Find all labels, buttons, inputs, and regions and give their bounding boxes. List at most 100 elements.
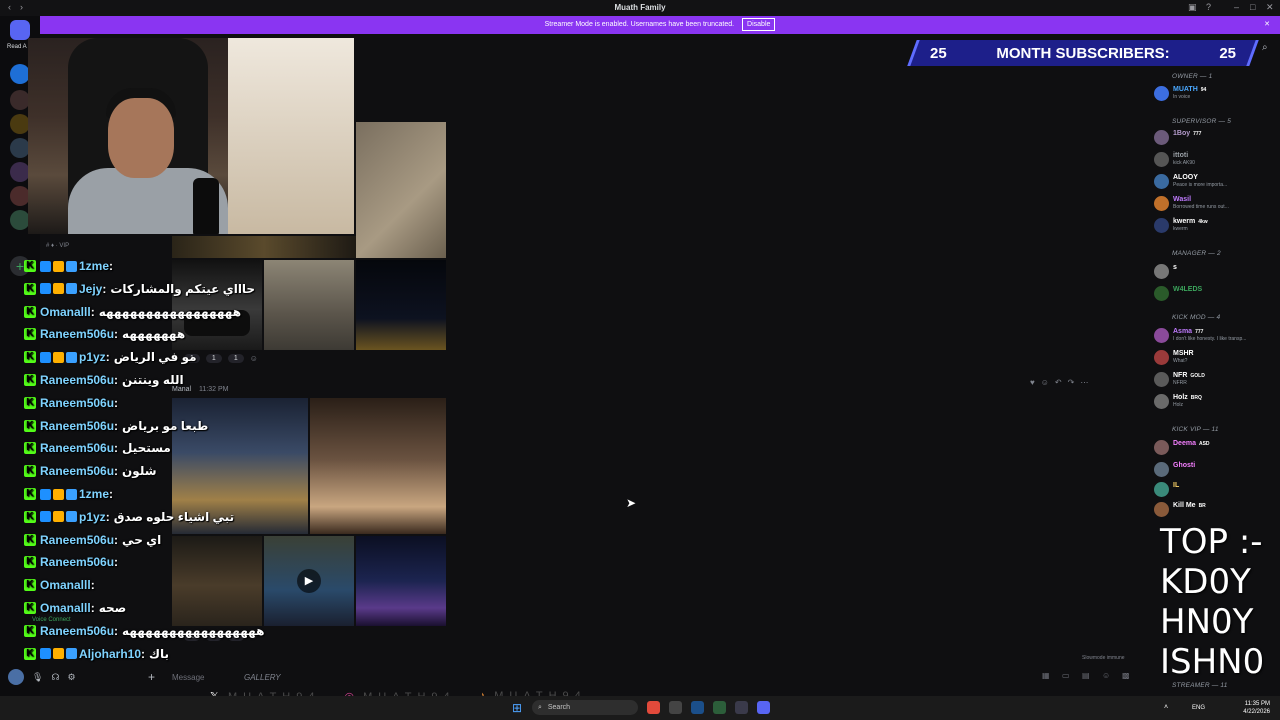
top-name-2: HN0Y [1160, 602, 1254, 642]
image-restaurant[interactable] [172, 536, 262, 626]
chat-badge-icon [40, 260, 51, 272]
member-text: Asma 777 I don't like honesty. I like tran… [1173, 328, 1246, 343]
apps-icon[interactable]: ▩ [1122, 671, 1130, 680]
image-city-night[interactable] [356, 536, 446, 626]
member-group-header: STREAMER — 11 [1172, 682, 1228, 689]
kick-icon: K [24, 351, 36, 364]
image-palm-night[interactable] [356, 260, 446, 350]
image-lounge[interactable] [310, 398, 446, 534]
member-status: Holz [1173, 402, 1184, 408]
kick-icon: K [24, 419, 36, 432]
windows-start-icon[interactable]: ⊞ [512, 701, 522, 715]
member-item[interactable]: ALOOY Peace is more importa... [1154, 174, 1278, 192]
chat-row: K 1zme : [24, 484, 117, 504]
server-icon-1[interactable] [10, 64, 30, 84]
clock[interactable]: 11:35 PM 4/22/2026 [1243, 700, 1270, 716]
member-tag: 777 [1193, 131, 1202, 137]
add-attachment-icon[interactable]: + [148, 670, 155, 684]
chat-badge-icon [66, 260, 77, 272]
chat-username: Aljoharh10 [79, 646, 142, 661]
disable-button[interactable]: Disable [742, 18, 776, 31]
chat-username: Omanalll [40, 601, 91, 615]
member-item[interactable]: Asma 777 I don't like honesty. I like tran… [1154, 328, 1278, 346]
kick-icon: K [24, 556, 36, 569]
reaction-chip[interactable]: 1 [227, 354, 244, 363]
chat-separator: : [114, 464, 119, 479]
search-icon[interactable]: ⌕ [1262, 42, 1268, 53]
image-video-thumb[interactable]: ▶ [264, 536, 354, 626]
app-icon-5[interactable] [735, 701, 748, 714]
reply-icon[interactable]: ↶ [1055, 378, 1062, 387]
member-item[interactable]: Ghosti [1154, 462, 1278, 480]
server-icon-7[interactable] [10, 210, 30, 230]
chat-badge-icon [66, 283, 77, 295]
headphones-icon[interactable]: ☊ [51, 672, 59, 683]
obs-icon[interactable] [669, 701, 682, 714]
member-item[interactable]: Kill Me BR [1154, 502, 1278, 520]
close-banner-icon[interactable]: ✕ [1264, 16, 1270, 34]
gif-icon[interactable]: ▭ [1062, 671, 1070, 680]
mic-icon[interactable]: 🎙 [32, 672, 43, 683]
chat-message: تبي اشياء حلوه صدق [113, 509, 235, 524]
forward-icon[interactable]: ↷ [1068, 378, 1075, 387]
help-icon[interactable]: ? [1206, 2, 1211, 12]
inbox-icon[interactable]: ▣ [1188, 2, 1197, 13]
member-item[interactable]: Holz BRQ Holz [1154, 394, 1278, 412]
chat-username: Raneem506u [40, 395, 115, 410]
channel-vip[interactable]: # ♦ · VIP [46, 243, 69, 249]
app-icon-4[interactable] [713, 701, 726, 714]
member-item[interactable]: MUATH 94 In voice [1154, 86, 1278, 104]
add-reaction-icon[interactable]: ☺ [250, 354, 258, 363]
image-trees-strip[interactable] [172, 236, 356, 258]
chat-row: K Raneem506u : شلون [24, 461, 157, 481]
member-item[interactable]: s [1154, 264, 1278, 282]
play-icon[interactable]: ▶ [297, 569, 321, 593]
emoji-icon[interactable]: ☺ [1102, 671, 1110, 680]
chat-row: K Raneem506u : اي حي [24, 530, 161, 550]
server-icon-3[interactable] [10, 114, 30, 134]
server-icon-6[interactable] [10, 186, 30, 206]
avatar [1154, 462, 1169, 477]
member-item[interactable]: Deema ASD [1154, 440, 1278, 458]
server-icon-4[interactable] [10, 138, 30, 158]
chat-separator: : [109, 487, 114, 501]
discord-taskbar-icon[interactable] [757, 701, 770, 714]
language-indicator[interactable]: ENG [1192, 705, 1205, 711]
brave-icon[interactable] [647, 701, 660, 714]
reaction-chip[interactable]: 1 [205, 354, 222, 363]
more-icon[interactable]: ⋯ [1080, 378, 1088, 387]
image-cat-sofa[interactable] [264, 260, 354, 350]
member-item[interactable]: MSHR What? [1154, 350, 1278, 368]
emoji-icon[interactable]: ☺ [1041, 378, 1049, 387]
image-carpet[interactable] [356, 122, 446, 258]
server-icon-2[interactable] [10, 90, 30, 110]
member-item[interactable]: NFR GOLD NFRR [1154, 372, 1278, 390]
server-icon-5[interactable] [10, 162, 30, 182]
member-item[interactable]: 1Boy 777 [1154, 130, 1278, 148]
chevron-up-icon[interactable]: ˄ [1164, 704, 1168, 711]
taskbar-search[interactable]: ⌕ Search [532, 700, 638, 715]
kick-icon: K [24, 510, 36, 523]
settings-icon[interactable]: ⚙ [67, 672, 75, 683]
discord-home-icon[interactable] [10, 20, 30, 40]
member-item[interactable]: W4LEDS [1154, 286, 1278, 304]
minimize-icon[interactable]: – [1234, 2, 1239, 12]
close-window-icon[interactable]: ✕ [1266, 2, 1274, 13]
steam-icon[interactable] [691, 701, 704, 714]
message-input[interactable]: Message [172, 673, 204, 682]
member-item[interactable]: IL [1154, 482, 1278, 500]
member-name: W4LEDS [1173, 286, 1202, 294]
member-item[interactable]: ittoti kick AK90 [1154, 152, 1278, 170]
member-name: Wasil [1173, 196, 1229, 204]
chat-separator: : [90, 601, 95, 615]
maximize-icon[interactable]: □ [1250, 2, 1255, 12]
member-name-label: ALOOY [1173, 174, 1198, 181]
reaction-icon[interactable]: ♥ [1030, 378, 1035, 387]
member-item[interactable]: kwerm 4kw kwerm [1154, 218, 1278, 236]
chat-username: 1zme [79, 259, 110, 273]
member-item[interactable]: Wasil Borrowed time runs out... [1154, 196, 1278, 214]
gift-icon[interactable]: ▦ [1042, 671, 1050, 680]
sticker-icon[interactable]: ▤ [1082, 671, 1090, 680]
avatar [1154, 350, 1169, 365]
avatar[interactable] [8, 669, 24, 685]
